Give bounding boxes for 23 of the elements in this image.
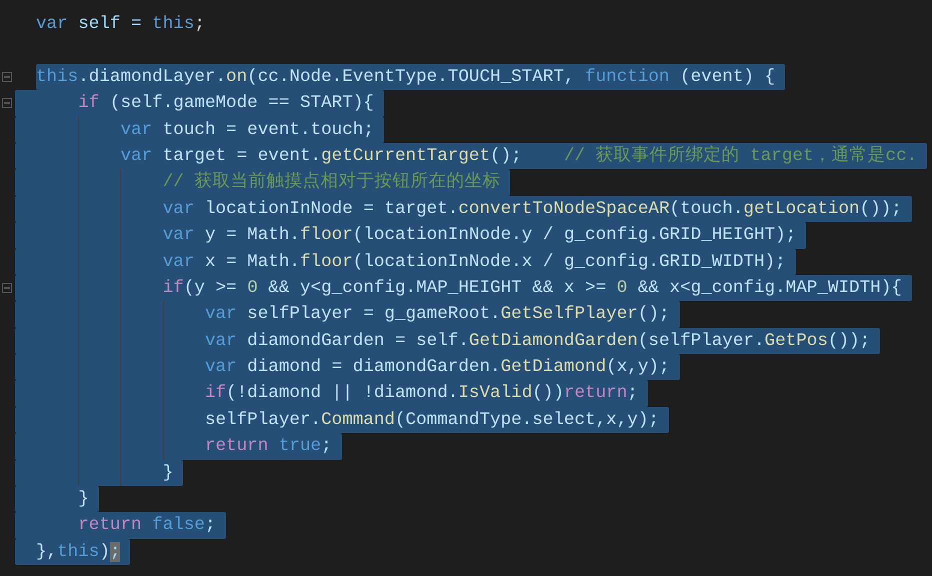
code-line: var diamond = diamondGarden.GetDiamond(x,y); — [204, 356, 671, 380]
code-line: } — [78, 488, 90, 512]
code-line: var touch = event.touch; — [120, 118, 375, 142]
code-line: var selfPlayer = g_gameRoot.GetSelfPlayer(); — [204, 303, 671, 326]
code-line: return true; — [204, 435, 333, 458]
code-line: selfPlayer.Command(CommandType.select,x,y); — [204, 408, 660, 432]
code-line: var x = Math.floor(locationInNode.x / g_config.GRID_WIDTH); — [162, 250, 787, 274]
code-line: if(y >= 0 && y<g_config.MAP_HEIGHT && x >= 0 && x<g_config.MAP_WIDTH){ — [162, 276, 903, 300]
code-line: var y = Math.floor(locationInNode.y / g_config.GRID_HEIGHT); — [162, 224, 798, 248]
fold-icon[interactable] — [2, 283, 12, 294]
code-line: var target = event.getCurrentTarget(); // 获取事件所绑定的 target，通常是cc. — [120, 144, 918, 168]
code-line: // 获取当前触摸点相对于按钮所在的坐标 — [162, 170, 502, 194]
code-line: this.diamondLayer.on(cc.Node.EventType.TOUCH_START, function (event) { — [36, 66, 776, 89]
fold-icon[interactable] — [2, 98, 12, 108]
code-line: return false; — [78, 514, 217, 538]
code-line: var self = this; — [36, 13, 206, 36]
code-line: var diamondGarden = self.GetDiamondGarden(selfPlayer.GetPos()); — [204, 330, 872, 353]
fold-icon[interactable] — [2, 72, 12, 82]
code-line: if (self.gameMode == START){ — [78, 92, 375, 116]
code-line: },this); — [36, 540, 122, 564]
code-line: var locationInNode = target.convertToNodeSpaceAR(touch.getLocation()); — [162, 198, 903, 221]
code-line: } — [162, 462, 174, 485]
code-line: if(!diamond || !diamond.IsValid())return; — [204, 382, 639, 406]
